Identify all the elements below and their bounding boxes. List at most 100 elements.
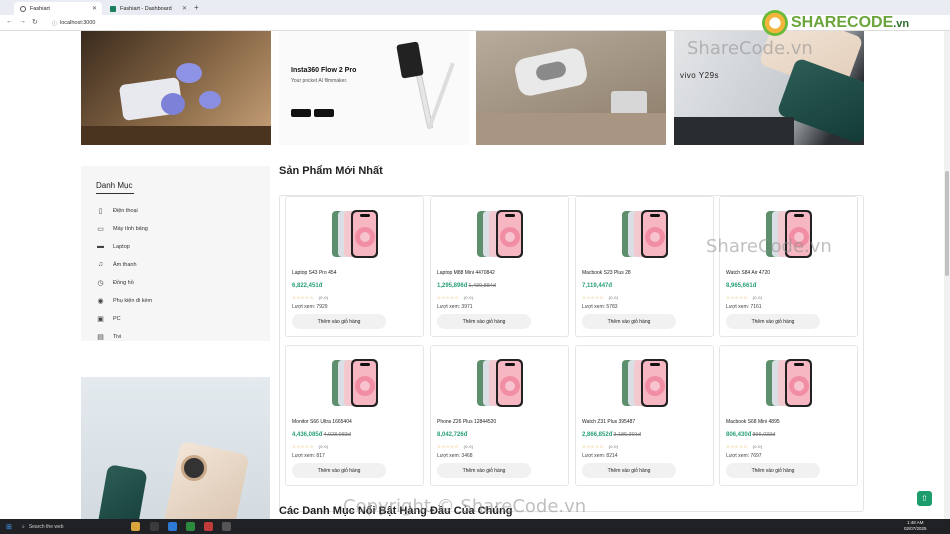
rating-value: (0.0) bbox=[463, 444, 474, 449]
product-image[interactable] bbox=[329, 209, 381, 261]
product-card[interactable]: Monitor S66 Ultra 1665404 4,436,085đ4,928… bbox=[285, 345, 424, 486]
product-price: 1,295,896đ1,439,884đ bbox=[437, 283, 496, 289]
product-old-price: 1,439,884đ bbox=[468, 283, 496, 289]
taskbar-search[interactable]: ⌕ Search the web bbox=[22, 522, 122, 531]
product-image[interactable] bbox=[329, 358, 381, 410]
tab-title: Fashiart bbox=[30, 5, 50, 12]
add-to-cart-button[interactable]: Thêm vào giỏ hàng bbox=[726, 314, 820, 329]
info-icon: ⓘ bbox=[52, 20, 58, 27]
watermark-text: ShareCode.vn bbox=[706, 236, 832, 257]
banner-headset[interactable] bbox=[476, 31, 666, 145]
product-price: 4,436,085đ4,928,983đ bbox=[292, 432, 351, 438]
rating-value: (0.0) bbox=[608, 444, 619, 449]
promo-banner[interactable] bbox=[81, 377, 270, 519]
product-old-price: 3,185,391đ bbox=[613, 432, 641, 438]
sidebar-item-tv[interactable]: ▤ Tivi bbox=[96, 332, 121, 341]
product-card[interactable]: Laptop M88 Mini 4470842 1,295,896đ1,439,8… bbox=[430, 196, 569, 337]
sidebar-item-tablet[interactable]: ▭ Máy tính bảng bbox=[96, 224, 148, 233]
product-views: Lượt xem: 7929 bbox=[292, 304, 328, 310]
add-to-cart-button[interactable]: Thêm vào giỏ hàng bbox=[292, 314, 386, 329]
product-views: Lượt xem: 5783 bbox=[582, 304, 618, 310]
tablet-icon: ▭ bbox=[97, 225, 104, 233]
banner-earbuds[interactable] bbox=[81, 31, 271, 145]
google-play-badge bbox=[314, 109, 334, 117]
rating-value: (0.0) bbox=[463, 295, 474, 300]
app-icon[interactable] bbox=[150, 522, 159, 531]
product-views: Lượt xem: 7697 bbox=[726, 453, 762, 459]
product-image[interactable] bbox=[474, 209, 526, 261]
product-name[interactable]: Monitor S66 Ultra 1665404 bbox=[292, 419, 352, 425]
add-to-cart-button[interactable]: Thêm vào giỏ hàng bbox=[582, 463, 676, 478]
new-tab-button[interactable]: + bbox=[194, 3, 199, 12]
product-image[interactable] bbox=[619, 358, 671, 410]
windows-start-icon[interactable]: ⊞ bbox=[6, 523, 12, 531]
add-to-cart-button[interactable]: Thêm vào giỏ hàng bbox=[582, 314, 676, 329]
product-card[interactable]: Macbook S23 Plus 28 7,119,447đ ☆☆☆☆☆ (0.0) L… bbox=[575, 196, 714, 337]
add-to-cart-button[interactable]: Thêm vào giỏ hàng bbox=[437, 314, 531, 329]
sidebar-item-phone[interactable]: ▯ Điện thoại bbox=[96, 206, 138, 215]
search-icon: ⌕ bbox=[22, 523, 25, 530]
tab-fashiart[interactable]: Fashiart ✕ bbox=[14, 2, 102, 15]
sidebar-item-laptop[interactable]: ▬ Laptop bbox=[96, 242, 130, 251]
product-image[interactable] bbox=[763, 358, 815, 410]
sidebar-item-accessory[interactable]: ◉ Phụ kiện đi kèm bbox=[96, 296, 152, 305]
product-card[interactable]: Watch Z31 Plus 395487 2,866,852đ3,185,391… bbox=[575, 345, 714, 486]
forward-icon[interactable]: → bbox=[19, 18, 26, 25]
rating-stars: ☆☆☆☆☆ (0.0) bbox=[437, 295, 474, 300]
product-old-price: 4,928,983đ bbox=[323, 432, 351, 438]
rating-value: (0.0) bbox=[608, 295, 619, 300]
system-clock[interactable]: 1:48 AM 02/07/2025 bbox=[904, 520, 927, 532]
chrome-icon[interactable] bbox=[186, 522, 195, 531]
close-icon[interactable]: ✕ bbox=[92, 5, 97, 12]
product-views: Lượt xem: 3971 bbox=[437, 304, 473, 310]
product-views: Lượt xem: 3468 bbox=[437, 453, 473, 459]
product-card[interactable]: Macbook S68 Mini 4895 806,430đ896,033đ ☆☆☆… bbox=[719, 345, 858, 486]
product-name[interactable]: Macbook S23 Plus 28 bbox=[582, 270, 631, 276]
product-name[interactable]: Laptop M88 Mini 4470842 bbox=[437, 270, 495, 276]
app-icon-2[interactable] bbox=[204, 522, 213, 531]
tv-icon: ▤ bbox=[97, 333, 104, 341]
page-content: Insta360 Flow 2 Pro Your pocket AI filmm… bbox=[0, 31, 944, 519]
product-name[interactable]: Watch S84 Air 4720 bbox=[726, 270, 770, 276]
product-name[interactable]: Macbook S68 Mini 4895 bbox=[726, 419, 780, 425]
product-name[interactable]: Phone Z26 Plus 12844520 bbox=[437, 419, 496, 425]
product-views: Lượt xem: 8214 bbox=[582, 453, 618, 459]
product-card[interactable]: Watch S84 Air 4720 8,965,661đ ☆☆☆☆☆ (0.0) Lư… bbox=[719, 196, 858, 337]
file-explorer-icon[interactable] bbox=[131, 522, 140, 531]
banner-brand: vivo Y29s bbox=[680, 71, 720, 80]
tab-title: Fashiart - Dashboard bbox=[120, 5, 172, 12]
product-card[interactable]: Phone Z26 Plus 12844520 8,042,726đ ☆☆☆☆☆ (0… bbox=[430, 345, 569, 486]
tab-dashboard[interactable]: Fashiart - Dashboard ✕ bbox=[104, 2, 192, 15]
watermark-copyright: Copyright © ShareCode.vn bbox=[343, 496, 587, 517]
product-image[interactable] bbox=[619, 209, 671, 261]
product-name[interactable]: Laptop S43 Pro 454 bbox=[292, 270, 336, 276]
rating-stars: ☆☆☆☆☆ (0.0) bbox=[437, 444, 474, 449]
product-name[interactable]: Watch Z31 Plus 395487 bbox=[582, 419, 635, 425]
reload-icon[interactable]: ↻ bbox=[32, 18, 38, 26]
product-image[interactable] bbox=[474, 358, 526, 410]
banner-subtitle: Your pocket AI filmmaker. bbox=[291, 78, 348, 84]
product-card[interactable]: Laptop S43 Pro 454 6,822,451đ ☆☆☆☆☆ (0.0) Lư… bbox=[285, 196, 424, 337]
banner-insta360[interactable]: Insta360 Flow 2 Pro Your pocket AI filmm… bbox=[279, 31, 469, 145]
sidebar-item-watch[interactable]: ◷ Đồng hồ bbox=[96, 278, 133, 287]
scroll-top-button[interactable]: ⇧ bbox=[917, 491, 932, 506]
logo-icon bbox=[762, 10, 788, 36]
vscode-icon[interactable] bbox=[168, 522, 177, 531]
rating-stars: ☆☆☆☆☆ (0.0) bbox=[292, 444, 329, 449]
rating-stars: ☆☆☆☆☆ (0.0) bbox=[726, 295, 763, 300]
sidebar-item-pc[interactable]: ▣ PC bbox=[96, 314, 120, 323]
watermark-text: ShareCode.vn bbox=[687, 38, 813, 59]
product-price: 6,822,451đ bbox=[292, 283, 323, 289]
rating-stars: ☆☆☆☆☆ (0.0) bbox=[726, 444, 763, 449]
back-icon[interactable]: ← bbox=[6, 18, 13, 25]
terminal-icon[interactable] bbox=[222, 522, 231, 531]
product-price: 7,119,447đ bbox=[582, 283, 613, 289]
add-to-cart-button[interactable]: Thêm vào giỏ hàng bbox=[292, 463, 386, 478]
url-input[interactable]: ⓘ localhost:3000 bbox=[52, 18, 752, 28]
scrollbar-thumb[interactable] bbox=[945, 171, 949, 276]
sidebar-item-audio[interactable]: ♫ Âm thanh bbox=[96, 260, 137, 269]
close-icon[interactable]: ✕ bbox=[182, 5, 187, 12]
add-to-cart-button[interactable]: Thêm vào giỏ hàng bbox=[726, 463, 820, 478]
page-scrollbar[interactable] bbox=[944, 31, 950, 519]
add-to-cart-button[interactable]: Thêm vào giỏ hàng bbox=[437, 463, 531, 478]
